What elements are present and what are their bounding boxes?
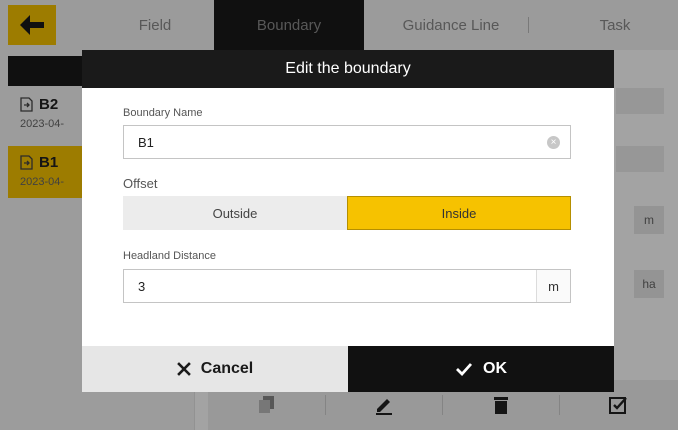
- edit-boundary-dialog: Edit the boundary Boundary Name B1 × Off…: [82, 50, 614, 392]
- clear-icon[interactable]: ×: [547, 136, 560, 149]
- boundary-name-input[interactable]: B1 ×: [123, 125, 571, 159]
- headland-distance-input[interactable]: 3 m: [123, 269, 571, 303]
- dialog-title: Edit the boundary: [82, 50, 614, 88]
- offset-label: Offset: [123, 176, 158, 191]
- checkmark-icon: [456, 363, 473, 376]
- offset-outside-button[interactable]: Outside: [123, 196, 347, 230]
- ok-button[interactable]: OK: [348, 346, 614, 392]
- boundary-name-value: B1: [138, 135, 154, 150]
- ok-label: OK: [483, 360, 507, 377]
- cancel-label: Cancel: [200, 360, 254, 377]
- headland-unit: m: [536, 270, 570, 302]
- headland-distance-value: 3: [138, 279, 146, 294]
- dialog-footer: Cancel OK: [82, 346, 614, 392]
- cancel-button[interactable]: Cancel: [82, 346, 348, 392]
- offset-inside-button[interactable]: Inside: [347, 196, 571, 230]
- headland-distance-label: Headland Distance: [123, 250, 216, 262]
- close-icon: [176, 362, 191, 376]
- boundary-name-label: Boundary Name: [123, 107, 203, 119]
